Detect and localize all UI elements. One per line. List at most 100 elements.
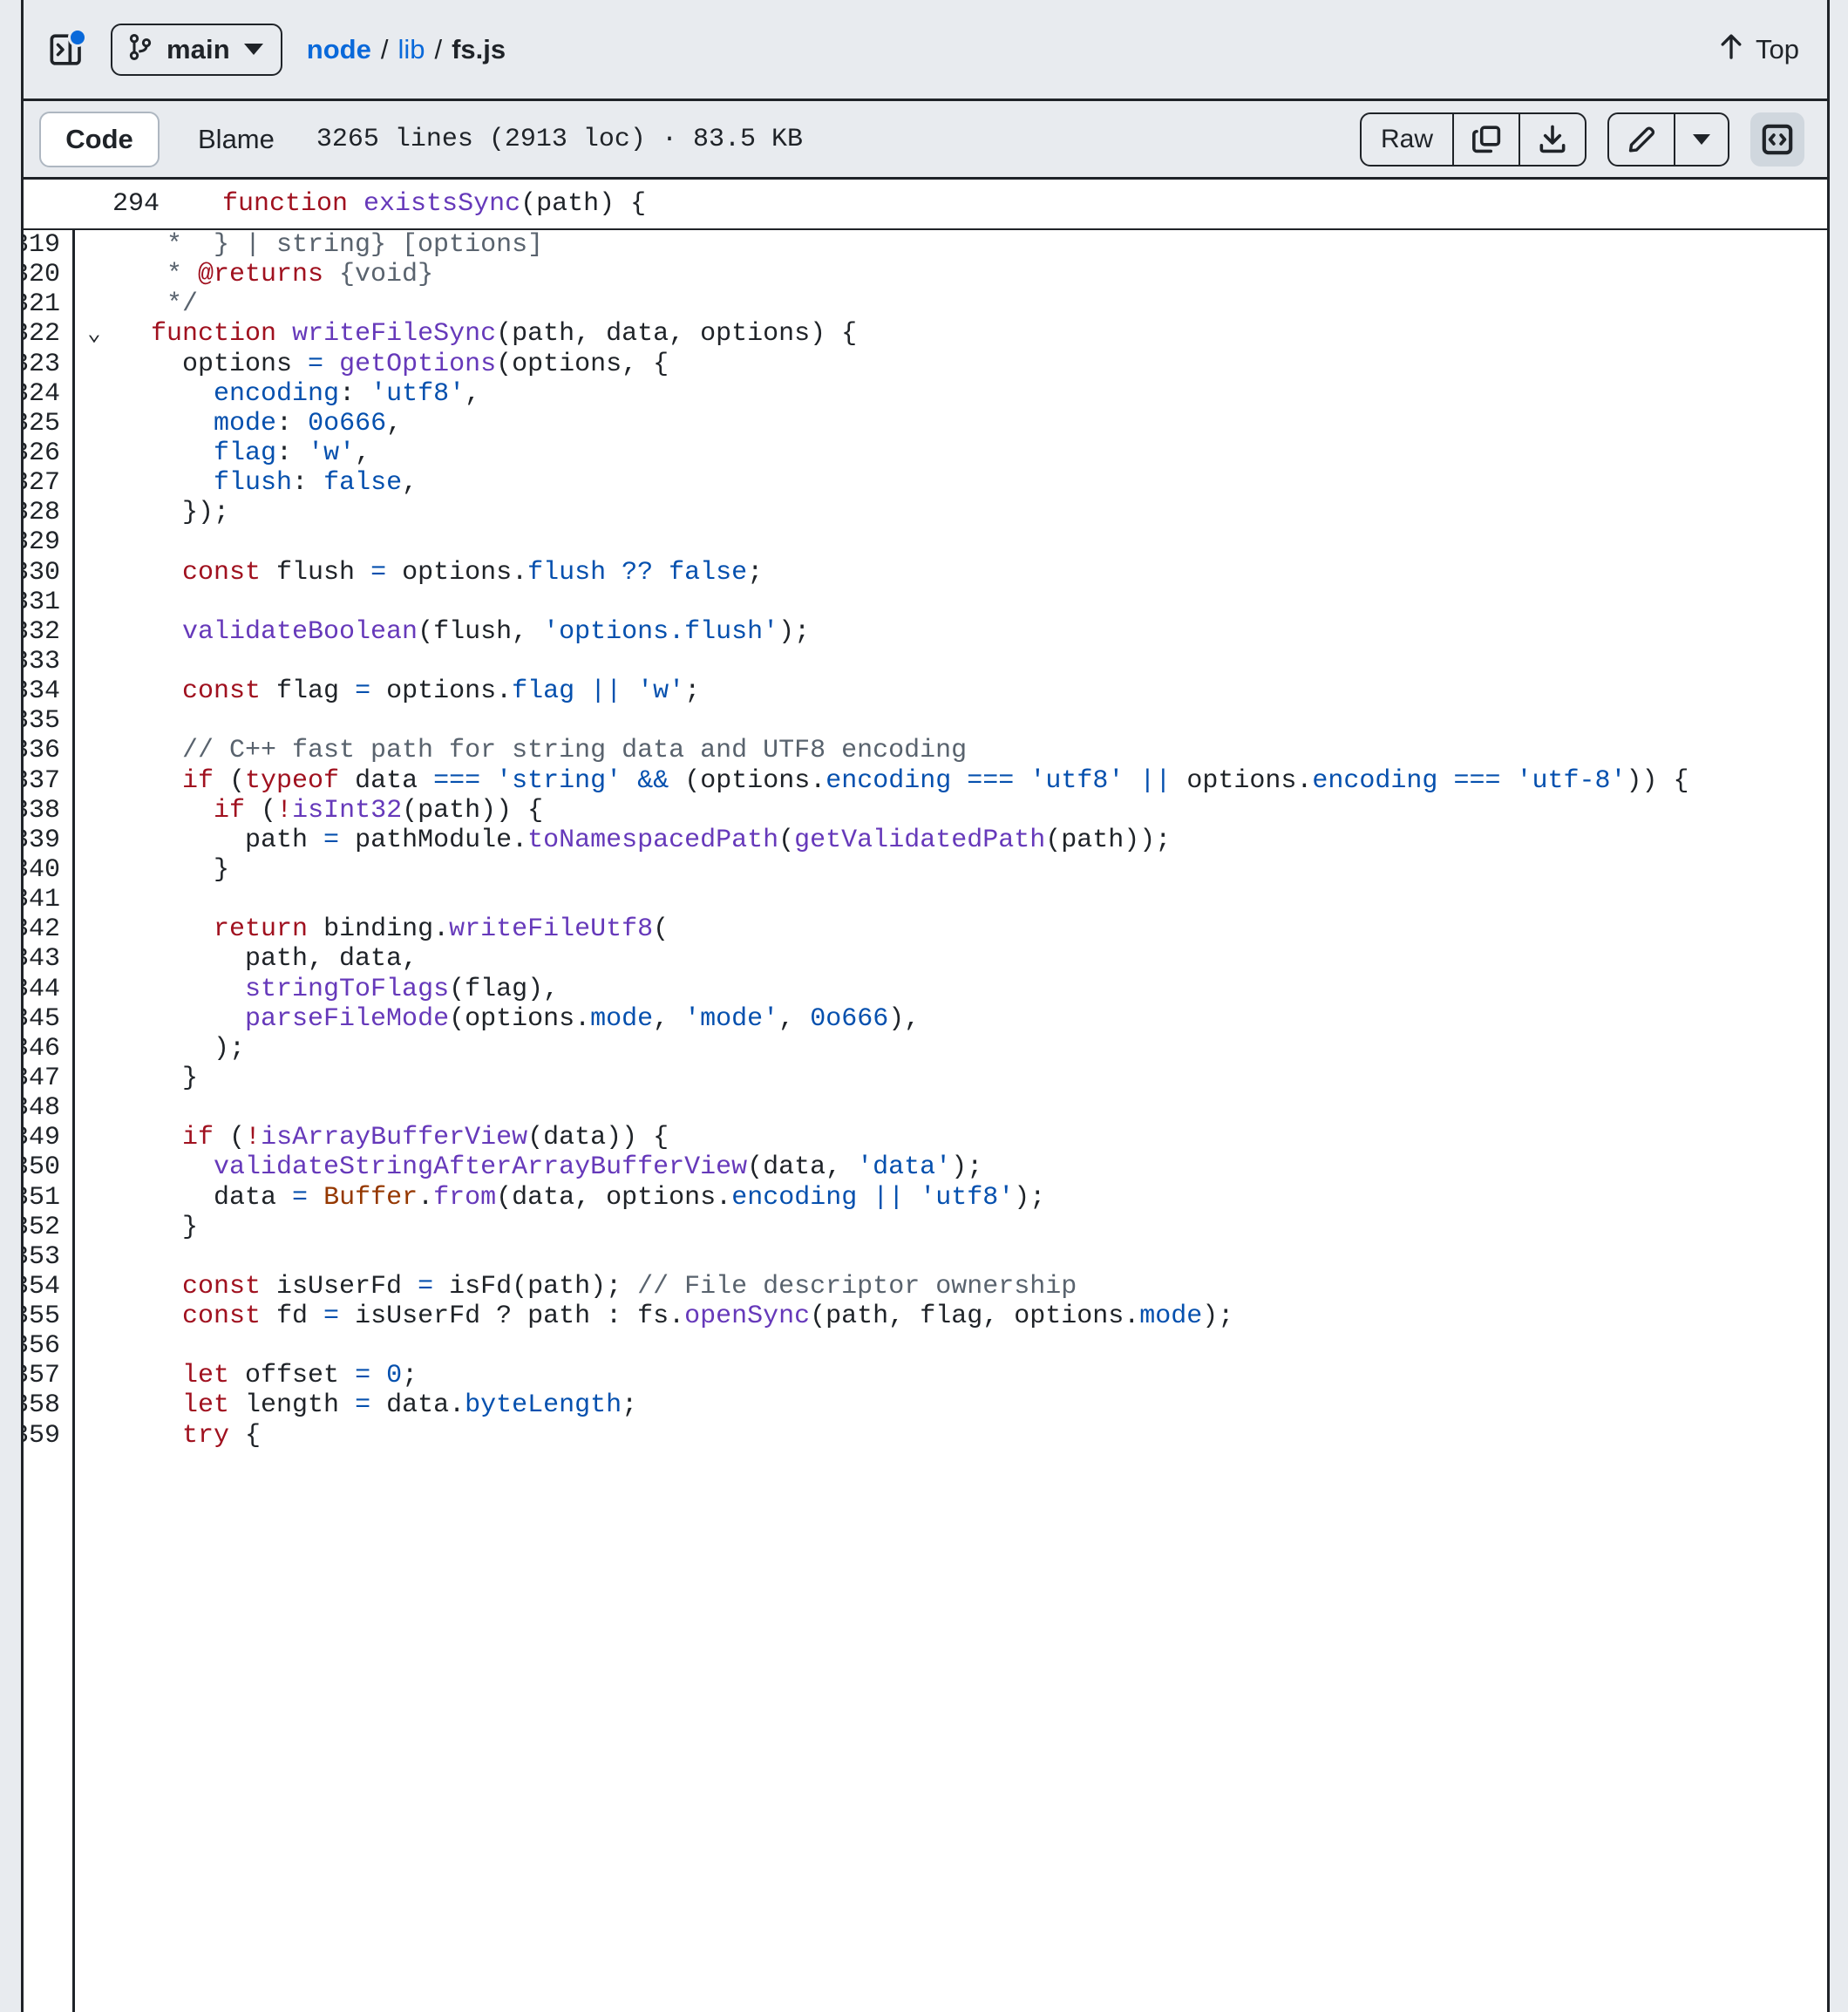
code-token: (: [245, 795, 277, 826]
code-token: getOptions: [339, 349, 497, 379]
line-number[interactable]: 2333: [24, 647, 74, 676]
line-number[interactable]: 2346: [24, 1034, 74, 1064]
line-number[interactable]: 2338: [24, 796, 74, 826]
line-number[interactable]: 2326: [24, 438, 74, 468]
line-number[interactable]: 2342: [24, 914, 74, 944]
line-number[interactable]: 2344: [24, 975, 74, 1004]
line-number[interactable]: 2351: [24, 1183, 74, 1213]
code-line-content: function writeFileSync(path, data, optio…: [114, 319, 1827, 349]
code-token: 0o666: [810, 1003, 889, 1034]
line-number[interactable]: 2355: [24, 1302, 74, 1331]
code-token: mode: [1139, 1302, 1203, 1332]
sidebar-expand-icon[interactable]: [39, 23, 93, 77]
code-fold-chevron-down-icon[interactable]: ⌄: [74, 319, 114, 349]
sticky-line-code: function existsSync(path) {: [179, 189, 646, 219]
line-number[interactable]: 2341: [24, 885, 74, 914]
line-number[interactable]: 2334: [24, 676, 74, 706]
line-number[interactable]: 2335: [24, 706, 74, 736]
line-number[interactable]: 2353: [24, 1242, 74, 1272]
code-token: pathModule.: [339, 825, 528, 855]
code-brackets-icon[interactable]: [1750, 112, 1804, 167]
code-token: (path));: [1045, 825, 1172, 855]
code-line-row: 2339 path = pathModule.toNamespacedPath(…: [24, 826, 1827, 855]
code-token: 'utf8': [920, 1182, 1015, 1213]
code-token: (path)) {: [402, 795, 544, 826]
code-token: );: [1202, 1302, 1234, 1332]
code-line-content: path, data,: [114, 944, 1827, 974]
line-number[interactable]: 2324: [24, 379, 74, 409]
code-token: 'options.flush': [543, 616, 779, 647]
code-token: (flag),: [449, 974, 560, 1004]
line-number[interactable]: 2330: [24, 558, 74, 588]
code-token: const: [182, 1302, 262, 1332]
breadcrumb-repo-link[interactable]: node: [307, 34, 371, 65]
line-number[interactable]: 2352: [24, 1213, 74, 1242]
raw-button[interactable]: Raw: [1362, 113, 1454, 165]
copy-icon[interactable]: [1454, 113, 1520, 165]
code-token: flag: [214, 438, 277, 468]
line-number[interactable]: 2320: [24, 260, 74, 289]
code-content[interactable]: 2319 * } | string} [options]2320 * @retu…: [24, 230, 1827, 2012]
code-token: =: [323, 1302, 340, 1332]
line-number[interactable]: 2343: [24, 944, 74, 974]
line-number[interactable]: 2350: [24, 1152, 74, 1182]
chevron-down-icon: [243, 44, 263, 55]
line-number[interactable]: 2345: [24, 1004, 74, 1034]
tab-blame[interactable]: Blame: [175, 124, 297, 155]
line-number[interactable]: 2339: [24, 826, 74, 855]
line-number[interactable]: 2319: [24, 230, 74, 260]
code-line-content: flush: false,: [114, 468, 1827, 498]
line-number[interactable]: 2325: [24, 409, 74, 438]
code-token: :: [276, 408, 309, 438]
branch-selector-button[interactable]: main: [111, 23, 282, 76]
line-number[interactable]: 2356: [24, 1331, 74, 1361]
edit-dropdown-chevron-down-icon[interactable]: [1675, 114, 1728, 165]
code-token: encoding: [825, 765, 952, 796]
line-number[interactable]: 2349: [24, 1123, 74, 1152]
code-token: function: [151, 319, 277, 350]
line-number[interactable]: 2337: [24, 766, 74, 796]
pencil-icon[interactable]: [1609, 113, 1675, 165]
line-number[interactable]: 2329: [24, 527, 74, 557]
line-number[interactable]: 2359: [24, 1421, 74, 1451]
code-line-content: stringToFlags(flag),: [114, 975, 1827, 1004]
line-number[interactable]: 2321: [24, 289, 74, 319]
line-number[interactable]: 2336: [24, 736, 74, 765]
line-number[interactable]: 2357: [24, 1361, 74, 1390]
file-panel: main node / lib / fs.js Top Code Blame 3…: [21, 0, 1830, 2012]
tab-code[interactable]: Code: [39, 111, 160, 167]
code-token: 'w': [637, 676, 685, 707]
line-number[interactable]: 2354: [24, 1272, 74, 1302]
breadcrumb-dir-link[interactable]: lib: [397, 34, 425, 65]
scroll-to-top-button[interactable]: Top: [1719, 32, 1804, 67]
code-token: ||: [1139, 765, 1172, 796]
line-number[interactable]: 2331: [24, 588, 74, 617]
code-line-row: 2330 const flush = options.flush ?? fals…: [24, 558, 1827, 588]
line-number[interactable]: 2327: [24, 468, 74, 498]
code-token: )) {: [1626, 765, 1689, 796]
code-token: (: [214, 765, 246, 796]
line-number[interactable]: 2348: [24, 1093, 74, 1123]
code-token: return: [214, 914, 309, 945]
line-number[interactable]: 2328: [24, 498, 74, 527]
code-token: fd: [261, 1302, 324, 1332]
file-toolbar: Code Blame 3265 lines (2913 loc) · 83.5 …: [24, 101, 1827, 180]
line-number[interactable]: 2347: [24, 1064, 74, 1093]
code-token: if: [214, 795, 246, 826]
line-number[interactable]: 2358: [24, 1390, 74, 1420]
download-icon[interactable]: [1520, 114, 1585, 165]
code-token: ,: [386, 408, 403, 438]
code-token: ),: [888, 1003, 921, 1034]
line-number[interactable]: 2332: [24, 617, 74, 647]
line-number[interactable]: 2323: [24, 350, 74, 379]
line-number[interactable]: 2340: [24, 855, 74, 885]
code-line-row: 2336 // C++ fast path for string data an…: [24, 736, 1827, 765]
line-number[interactable]: 2322: [24, 319, 74, 349]
code-token: (: [653, 914, 669, 945]
